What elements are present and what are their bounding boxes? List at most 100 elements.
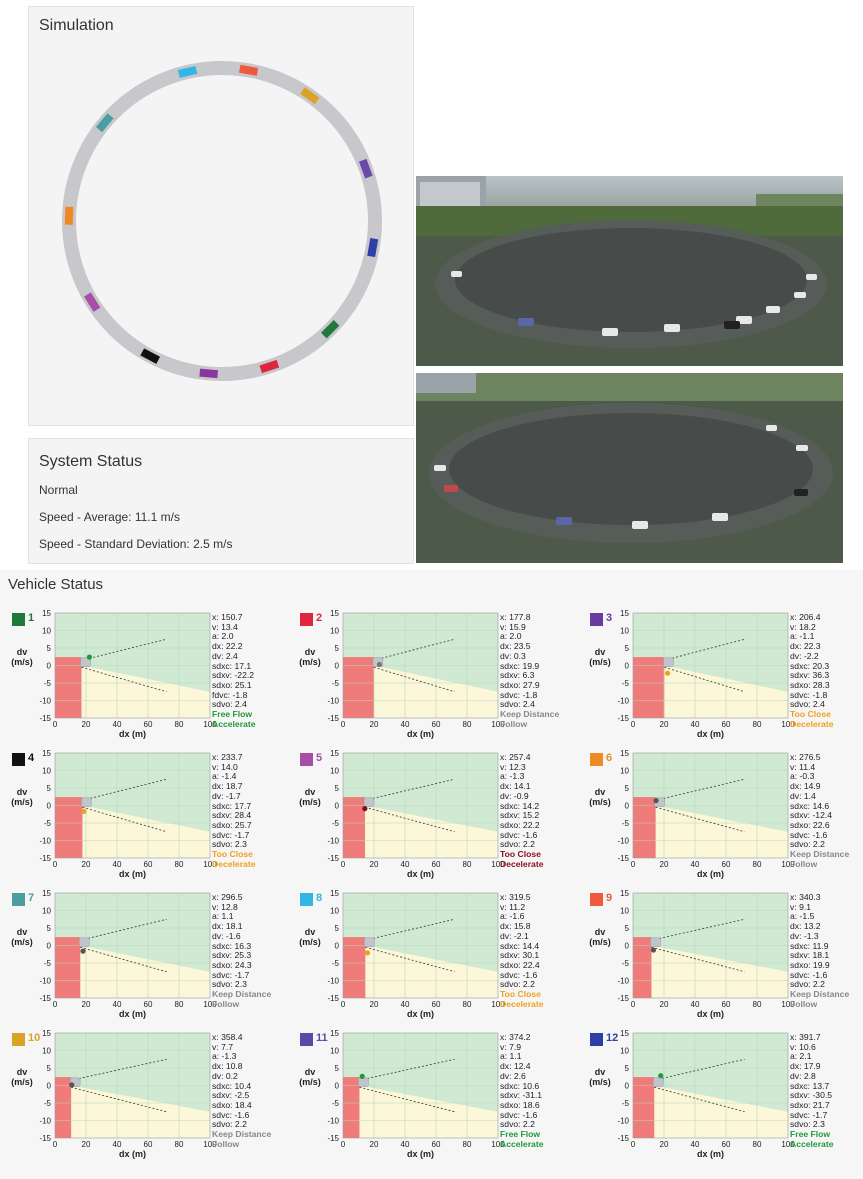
y-tick-label: 0 — [47, 1082, 52, 1091]
y-tick-label: 15 — [42, 609, 51, 618]
vehicle-color-swatch — [300, 753, 313, 766]
y-tick-label: 5 — [335, 644, 340, 653]
y-tick-label: 0 — [625, 1082, 630, 1091]
x-tick-label: 20 — [82, 1140, 91, 1149]
vehicle-stats: x: 374.2 v: 7.9 a: 1.1 dx: 12.4 dv: 2.6 sdxc:… — [500, 1032, 544, 1149]
speed-std: Speed - Standard Deviation: 2.5 m/s — [39, 537, 233, 551]
y-tick-label: 5 — [625, 924, 630, 933]
experiment-photo-top — [416, 176, 843, 366]
y-axis-unit: (m/s) — [589, 797, 611, 807]
vehicle-color-swatch — [300, 1033, 313, 1046]
y-axis-unit: (m/s) — [11, 1077, 33, 1087]
y-tick-label: -15 — [327, 1134, 339, 1143]
ring-vehicle-7 — [199, 368, 219, 379]
plot-state-point — [80, 948, 86, 954]
vehicle-action: Accelerate — [500, 1138, 544, 1149]
vehicle-color-swatch — [12, 1033, 25, 1046]
x-tick-label: 0 — [631, 1140, 636, 1149]
y-tick-label: 5 — [47, 644, 52, 653]
y-tick-label: 5 — [335, 924, 340, 933]
plot-state-point — [86, 654, 93, 660]
vehicle-id: 5 — [316, 752, 323, 764]
x-axis-label: dx (m) — [697, 1149, 724, 1159]
plot-state-point — [650, 947, 657, 953]
y-tick-label: 0 — [47, 802, 52, 811]
plot-lead-car — [364, 937, 375, 948]
y-axis-label: dv — [17, 647, 28, 657]
vehicle-id: 1 — [28, 612, 35, 624]
y-tick-label: 15 — [620, 609, 629, 618]
y-tick-label: 0 — [625, 802, 630, 811]
y-axis-unit: (m/s) — [299, 937, 321, 947]
ring-vehicle-10 — [64, 206, 74, 225]
vehicle-stats: x: 391.7 v: 10.6 a: 2.1 dx: 17.9 dv: 2.8 sdxc… — [790, 1032, 833, 1149]
y-tick-label: 5 — [47, 924, 52, 933]
plot-state-point — [664, 670, 671, 676]
vehicle-card-11: 15 10 5 0 -5 -10 -15 0 20 40 60 80 100 dv (m/s) dx (m) 1… — [288, 976, 573, 1176]
vehicle-color-swatch — [590, 1033, 603, 1046]
y-tick-label: 10 — [42, 1047, 51, 1056]
y-axis-label: dv — [595, 927, 606, 937]
y-tick-label: 0 — [625, 942, 630, 951]
y-tick-label: -15 — [617, 1134, 629, 1143]
plot-state-point — [81, 808, 87, 815]
y-axis-label: dv — [305, 1067, 316, 1077]
y-tick-label: 5 — [625, 644, 630, 653]
x-tick-label: 80 — [463, 1140, 472, 1149]
vehicle-color-swatch — [12, 893, 25, 906]
x-tick-label: 80 — [753, 1140, 762, 1149]
x-tick-label: 60 — [722, 1140, 731, 1149]
vehicle-color-swatch — [590, 893, 603, 906]
y-tick-label: 15 — [330, 889, 339, 898]
x-tick-label: 80 — [175, 1140, 184, 1149]
y-tick-label: 0 — [335, 942, 340, 951]
plot-state-point — [653, 798, 659, 804]
vehicle-status-panel: Vehicle Status 15 10 5 0 -5 -10 -15 0 20 40 60 80 10… — [0, 570, 863, 1179]
speed-average: Speed - Average: 11.1 m/s — [39, 510, 180, 524]
system-status-title: System Status — [39, 453, 143, 470]
system-state: Normal — [39, 483, 78, 497]
plot-state-point — [362, 806, 368, 812]
y-tick-label: -5 — [332, 959, 340, 968]
plot-lead-car — [652, 1077, 664, 1088]
vehicle-id: 8 — [316, 892, 323, 904]
plot-state-point — [359, 1073, 365, 1079]
y-tick-label: -10 — [327, 1117, 339, 1126]
vehicle-card-10: 15 10 5 0 -5 -10 -15 0 20 40 60 80 100 dv (m/s) dx (m) 1… — [0, 976, 285, 1176]
y-axis-unit: (m/s) — [589, 937, 611, 947]
experiment-photo-bottom — [416, 373, 843, 563]
y-axis-label: dv — [595, 1067, 606, 1077]
system-status-panel: System Status Normal Speed - Average: 11… — [28, 438, 414, 564]
y-tick-label: 15 — [42, 889, 51, 898]
y-axis-unit: (m/s) — [299, 657, 321, 667]
vehicle-id: 3 — [606, 612, 613, 624]
y-axis-label: dv — [305, 927, 316, 937]
y-tick-label: -10 — [39, 1117, 51, 1126]
y-tick-label: -5 — [44, 1099, 52, 1108]
y-tick-label: 0 — [47, 662, 52, 671]
vehicle-id: 2 — [316, 612, 323, 624]
y-tick-label: 0 — [335, 662, 340, 671]
y-tick-label: 5 — [335, 1064, 340, 1073]
vehicle-id: 7 — [28, 892, 35, 904]
y-tick-label: 10 — [42, 907, 51, 916]
plot-state-point — [376, 661, 383, 668]
y-tick-label: 15 — [620, 1029, 629, 1038]
y-tick-label: 10 — [620, 627, 629, 636]
vehicle-action: Follow — [212, 1138, 240, 1149]
y-tick-label: 15 — [620, 889, 629, 898]
x-tick-label: 20 — [660, 1140, 669, 1149]
y-axis-label: dv — [17, 1067, 28, 1077]
vehicle-color-swatch — [12, 613, 25, 626]
y-axis-label: dv — [595, 787, 606, 797]
y-tick-label: 0 — [47, 942, 52, 951]
y-axis-unit: (m/s) — [299, 1077, 321, 1087]
plot-lead-car — [81, 797, 92, 808]
y-axis-label: dv — [305, 647, 316, 657]
y-tick-label: -5 — [44, 959, 52, 968]
x-tick-label: 40 — [401, 1140, 410, 1149]
y-axis-unit: (m/s) — [11, 797, 33, 807]
y-axis-label: dv — [17, 787, 28, 797]
y-tick-label: 0 — [335, 802, 340, 811]
y-tick-label: -5 — [44, 819, 52, 828]
